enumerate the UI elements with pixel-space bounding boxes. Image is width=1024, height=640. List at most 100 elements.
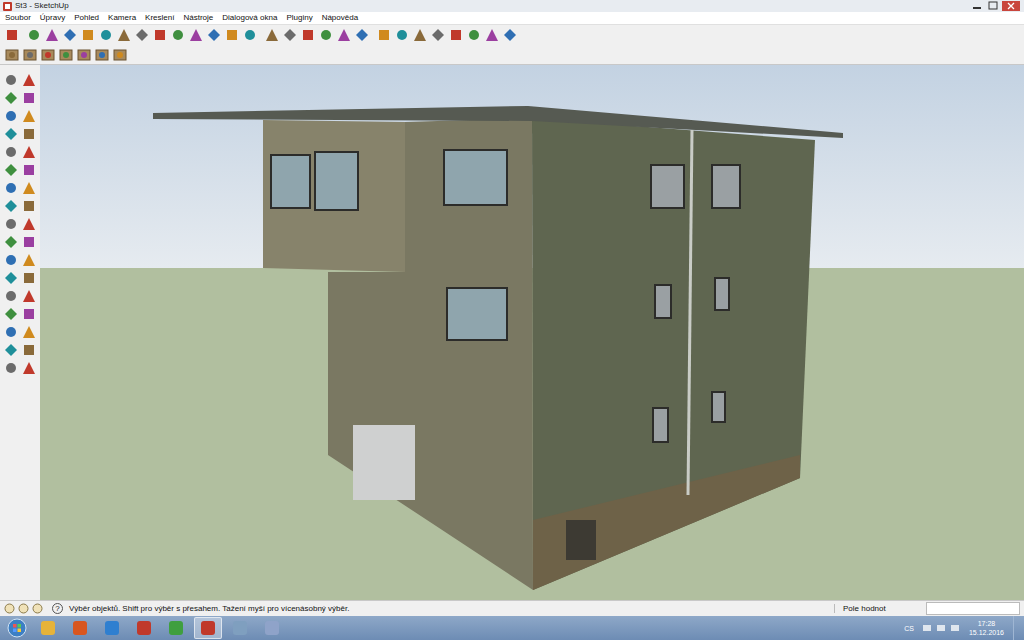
tool-button[interactable] [318, 27, 334, 43]
tool-button[interactable] [20, 323, 38, 341]
tool-button[interactable] [430, 27, 446, 43]
taskbar-app[interactable] [66, 617, 94, 639]
tool-button[interactable] [264, 27, 280, 43]
tool-button[interactable] [2, 197, 20, 215]
tool-button[interactable] [2, 233, 20, 251]
tool-button[interactable] [2, 323, 20, 341]
tool-button[interactable] [2, 89, 20, 107]
tool-button[interactable] [170, 27, 186, 43]
tool-button[interactable] [20, 305, 38, 323]
model-viewport[interactable] [40, 65, 1024, 600]
tray-icon[interactable] [950, 623, 960, 633]
taskbar-app[interactable] [130, 617, 158, 639]
start-button[interactable] [4, 618, 30, 638]
taskbar-app[interactable] [226, 617, 254, 639]
tool-button[interactable] [2, 359, 20, 377]
tool-button[interactable] [2, 341, 20, 359]
tool-button[interactable] [2, 143, 20, 161]
tool-button[interactable] [4, 47, 20, 63]
status-icon[interactable] [4, 603, 15, 614]
tool-button[interactable] [112, 47, 128, 63]
tool-button[interactable] [20, 143, 38, 161]
tool-button[interactable] [20, 89, 38, 107]
menu-item[interactable]: Nástroje [183, 12, 213, 24]
taskbar-app[interactable] [34, 617, 62, 639]
tool-button[interactable] [394, 27, 410, 43]
tool-button[interactable] [44, 27, 60, 43]
tool-button[interactable] [20, 251, 38, 269]
maximize-icon[interactable] [986, 1, 1000, 11]
tray-icon[interactable] [936, 623, 946, 633]
tool-button[interactable] [4, 27, 20, 43]
tool-button[interactable] [20, 341, 38, 359]
tool-button[interactable] [376, 27, 392, 43]
status-icon[interactable] [32, 603, 43, 614]
tray-icon[interactable] [922, 623, 932, 633]
tool-button[interactable] [98, 27, 114, 43]
tool-button[interactable] [20, 233, 38, 251]
menu-item[interactable]: Úpravy [40, 12, 65, 24]
tool-button[interactable] [448, 27, 464, 43]
menu-item[interactable]: Kreslení [145, 12, 174, 24]
tool-button[interactable] [300, 27, 316, 43]
tool-button[interactable] [282, 27, 298, 43]
tool-button[interactable] [152, 27, 168, 43]
tool-button[interactable] [20, 215, 38, 233]
tool-button[interactable] [20, 161, 38, 179]
menu-item[interactable]: Kamera [108, 12, 136, 24]
tool-button[interactable] [62, 27, 78, 43]
menu-item[interactable]: Nápověda [322, 12, 358, 24]
tool-button[interactable] [354, 27, 370, 43]
tool-button[interactable] [22, 47, 38, 63]
tool-button[interactable] [116, 27, 132, 43]
tool-button[interactable] [20, 287, 38, 305]
tool-button[interactable] [20, 179, 38, 197]
tool-button[interactable] [2, 251, 20, 269]
tool-button[interactable] [20, 359, 38, 377]
tool-button[interactable] [134, 27, 150, 43]
tool-button[interactable] [58, 47, 74, 63]
menu-item[interactable]: Pluginy [286, 12, 312, 24]
tool-button[interactable] [20, 197, 38, 215]
tool-button[interactable] [94, 47, 110, 63]
taskbar-app[interactable] [162, 617, 190, 639]
tool-button[interactable] [2, 287, 20, 305]
tool-button[interactable] [206, 27, 222, 43]
tool-button[interactable] [336, 27, 352, 43]
help-icon[interactable]: ? [52, 603, 63, 614]
menu-item[interactable]: Pohled [74, 12, 99, 24]
tool-button[interactable] [2, 215, 20, 233]
tool-button[interactable] [2, 125, 20, 143]
tool-button[interactable] [20, 107, 38, 125]
tool-button[interactable] [484, 27, 500, 43]
language-indicator[interactable]: CS [904, 625, 914, 632]
tool-button[interactable] [2, 305, 20, 323]
show-desktop-button[interactable] [1013, 616, 1024, 640]
taskbar-app[interactable] [194, 617, 222, 639]
tool-button[interactable] [40, 47, 56, 63]
building-model[interactable] [40, 65, 1024, 600]
tool-button[interactable] [20, 71, 38, 89]
tool-button[interactable] [2, 179, 20, 197]
taskbar-app[interactable] [98, 617, 126, 639]
tool-button[interactable] [80, 27, 96, 43]
taskbar-app[interactable] [258, 617, 286, 639]
clock[interactable]: 17:2815.12.2016 [964, 619, 1009, 637]
tool-button[interactable] [224, 27, 240, 43]
tool-button[interactable] [2, 161, 20, 179]
tool-button[interactable] [502, 27, 518, 43]
tool-button[interactable] [20, 125, 38, 143]
tool-button[interactable] [242, 27, 258, 43]
tool-button[interactable] [76, 47, 92, 63]
tool-button[interactable] [20, 269, 38, 287]
tool-button[interactable] [2, 269, 20, 287]
measurements-field[interactable] [926, 602, 1020, 615]
tool-button[interactable] [26, 27, 42, 43]
tool-button[interactable] [188, 27, 204, 43]
tool-button[interactable] [2, 71, 20, 89]
menu-item[interactable]: Dialogová okna [222, 12, 277, 24]
close-icon[interactable] [1002, 1, 1020, 11]
tool-button[interactable] [466, 27, 482, 43]
minimize-icon[interactable] [970, 1, 984, 11]
menu-item[interactable]: Soubor [5, 12, 31, 24]
